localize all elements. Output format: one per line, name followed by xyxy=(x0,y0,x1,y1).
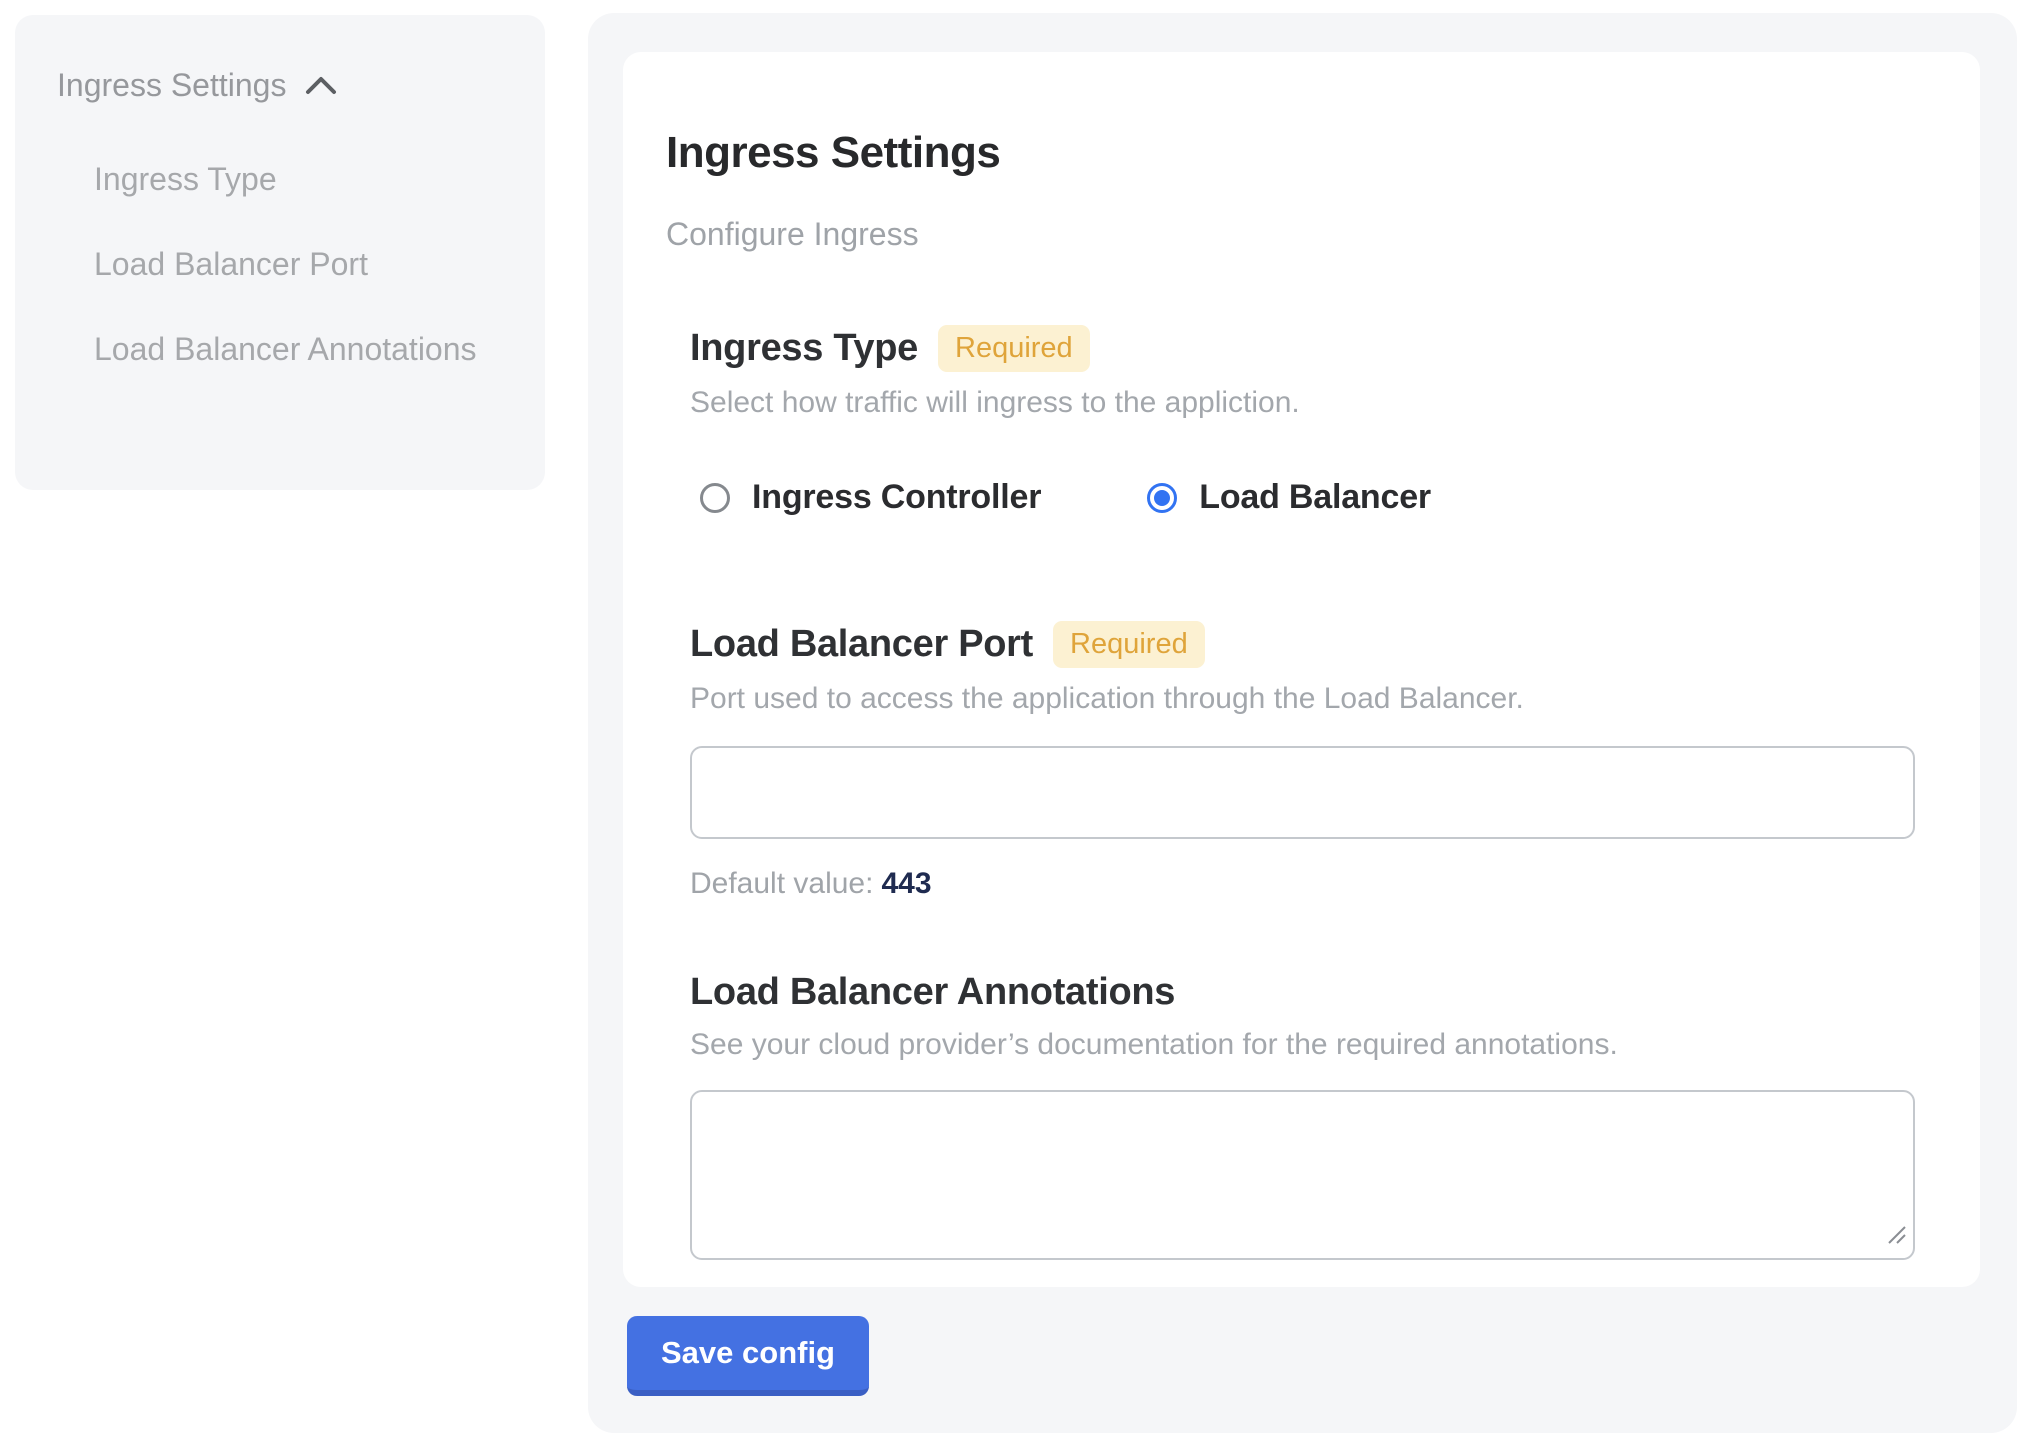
required-badge: Required xyxy=(938,325,1090,372)
radio-unselected-icon[interactable] xyxy=(700,483,730,513)
radio-option-ingress-controller[interactable]: Ingress Controller xyxy=(700,478,1041,517)
ingress-settings-card: Ingress Settings Configure Ingress Ingre… xyxy=(623,52,1980,1287)
main-content-panel: Ingress Settings Configure Ingress Ingre… xyxy=(588,13,2017,1433)
annotations-textarea-wrap xyxy=(690,1090,1915,1260)
field-label-load-balancer-annotations: Load Balancer Annotations xyxy=(690,971,1175,1014)
default-value-label: Default value: xyxy=(690,867,873,900)
ingress-type-radio-group: Ingress Controller Load Balancer xyxy=(700,478,1915,517)
sidebar-item-load-balancer-annotations[interactable]: Load Balancer Annotations xyxy=(94,320,494,379)
load-balancer-annotations-textarea[interactable] xyxy=(690,1090,1915,1260)
section-load-balancer-port: Load Balancer Port Required Port used to… xyxy=(690,621,1915,901)
section-ingress-type: Ingress Type Required Select how traffic… xyxy=(690,325,1915,517)
radio-selected-icon[interactable] xyxy=(1147,483,1177,513)
settings-nav-sidebar: Ingress Settings Ingress Type Load Balan… xyxy=(15,15,545,490)
sidebar-item-load-balancer-port[interactable]: Load Balancer Port xyxy=(94,235,494,294)
required-badge: Required xyxy=(1053,621,1205,668)
default-value-line: Default value:443 xyxy=(690,867,1915,901)
section-load-balancer-annotations: Load Balancer Annotations See your cloud… xyxy=(690,971,1915,1260)
form-sections: Ingress Type Required Select how traffic… xyxy=(690,325,1915,1260)
save-config-button[interactable]: Save config xyxy=(627,1316,869,1396)
resize-handle-icon[interactable] xyxy=(1886,1224,1908,1251)
field-label-load-balancer-port: Load Balancer Port xyxy=(690,623,1033,666)
radio-label-ingress-controller: Ingress Controller xyxy=(752,478,1041,517)
sidebar-section-label: Ingress Settings xyxy=(57,67,286,104)
load-balancer-port-input[interactable] xyxy=(690,746,1915,839)
field-description-ingress-type: Select how traffic will ingress to the a… xyxy=(690,386,1915,420)
radio-label-load-balancer: Load Balancer xyxy=(1199,478,1431,517)
field-description-load-balancer-port: Port used to access the application thro… xyxy=(690,682,1915,716)
chevron-up-icon xyxy=(304,74,338,97)
sidebar-item-ingress-type[interactable]: Ingress Type xyxy=(94,150,494,209)
default-value: 443 xyxy=(881,867,931,900)
radio-option-load-balancer[interactable]: Load Balancer xyxy=(1147,478,1431,517)
sidebar-item-list: Ingress Type Load Balancer Port Load Bal… xyxy=(94,150,509,380)
page-title: Ingress Settings xyxy=(666,128,1915,178)
field-label-ingress-type: Ingress Type xyxy=(690,327,918,370)
page-subtitle: Configure Ingress xyxy=(666,216,1915,253)
field-description-load-balancer-annotations: See your cloud provider’s documentation … xyxy=(690,1028,1915,1062)
sidebar-section-ingress-settings[interactable]: Ingress Settings xyxy=(57,67,509,104)
